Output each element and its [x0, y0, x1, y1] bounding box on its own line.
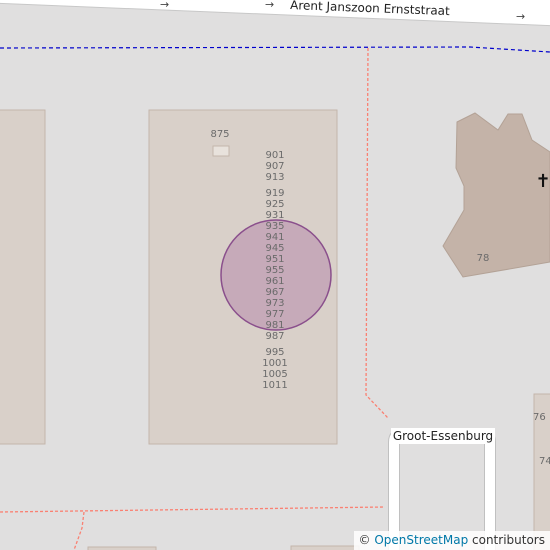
address-number-label: 1001 — [262, 358, 287, 369]
address-number-label: 1011 — [262, 380, 287, 391]
address-number-label: 941 — [265, 232, 284, 243]
building-number-label: 875 — [210, 129, 229, 140]
address-number-label: 931 — [265, 210, 284, 221]
address-number-label: 973 — [265, 298, 284, 309]
address-number-label: 935 — [265, 221, 284, 232]
admin-boundary — [0, 46, 550, 53]
address-number-label: 913 — [265, 172, 284, 183]
copyright-symbol: © — [358, 533, 371, 547]
oneway-arrow-icon: → — [265, 0, 274, 11]
address-number-label: 945 — [265, 243, 284, 254]
oneway-arrow-icon: → — [516, 10, 525, 23]
building-bottom-b — [290, 545, 360, 550]
map-attribution: © OpenStreetMap contributors — [353, 531, 550, 550]
house-number-label: 76 — [533, 412, 546, 423]
address-number-label: 981 — [265, 320, 284, 331]
osm-attribution-link[interactable]: OpenStreetMap — [374, 533, 468, 547]
map-canvas: → → → Arent Janszoon Ernststraat 875 901… — [0, 0, 550, 550]
attribution-suffix: contributors — [472, 533, 545, 547]
address-number-label: 967 — [265, 287, 284, 298]
church-icon: ✝ — [535, 171, 550, 192]
house-number-label: 74 — [539, 456, 550, 467]
building-left — [0, 109, 46, 445]
church-building — [442, 112, 550, 278]
church-number-label: 78 — [477, 253, 490, 264]
street-road — [0, 0, 550, 27]
footway-vertical — [365, 47, 389, 419]
address-number-label: 961 — [265, 276, 284, 287]
footway-bottom — [0, 506, 386, 550]
address-number-label: 951 — [265, 254, 284, 265]
address-number-label: 901 — [265, 150, 284, 161]
map-viewport[interactable]: → → → Arent Janszoon Ernststraat 875 901… — [0, 0, 550, 550]
address-number-label: 995 — [265, 347, 284, 358]
address-number-label: 907 — [265, 161, 284, 172]
building-small — [212, 145, 230, 157]
address-number-label: 925 — [265, 199, 284, 210]
place-label: Groot-Essenburg — [393, 429, 493, 443]
oneway-arrow-icon: → — [160, 0, 169, 11]
address-number-label: 987 — [265, 331, 284, 342]
address-number-label: 1005 — [262, 369, 287, 380]
address-number-label: 955 — [265, 265, 284, 276]
address-number-label: 977 — [265, 309, 284, 320]
address-number-label: 919 — [265, 188, 284, 199]
